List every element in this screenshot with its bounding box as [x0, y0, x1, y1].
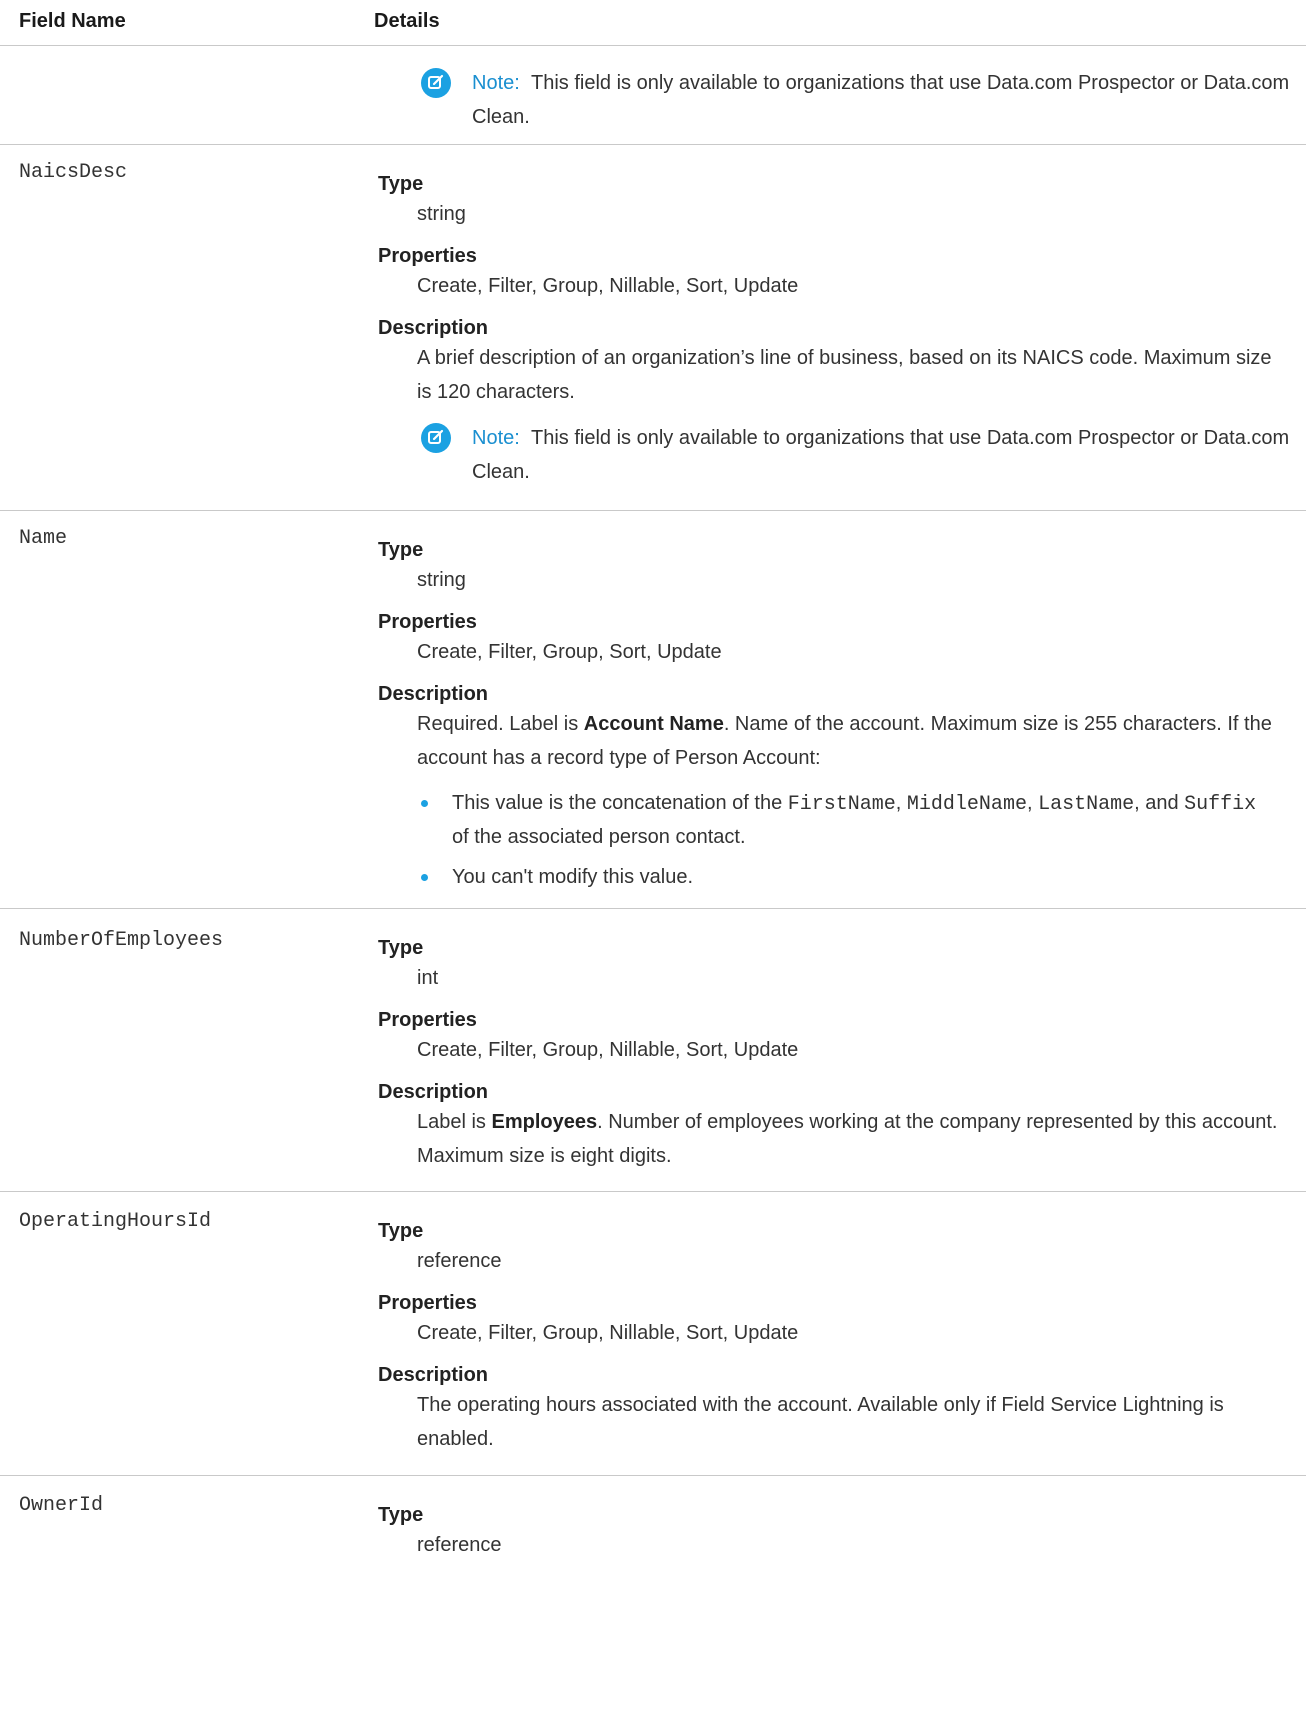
- table-header: Field Name Details: [0, 0, 1306, 46]
- code-term: FirstName: [787, 793, 896, 816]
- table-row: Note: This field is only available to or…: [0, 46, 1306, 145]
- field-name: OperatingHoursId: [19, 1210, 212, 1233]
- table-row: Name Type string Properties Create, Filt…: [0, 511, 1306, 909]
- code-term: MiddleName: [906, 793, 1027, 816]
- properties-value: Create, Filter, Group, Sort, Update: [417, 641, 722, 663]
- properties-label: Properties: [378, 1292, 477, 1314]
- type-label: Type: [378, 173, 424, 195]
- properties-value: Create, Filter, Group, Nillable, Sort, U…: [417, 1039, 799, 1061]
- note-pencil-icon: [421, 423, 451, 453]
- table-row: OwnerId Type reference: [0, 1476, 1306, 1713]
- code-term: Suffix: [1184, 793, 1257, 816]
- field-name: OwnerId: [19, 1494, 104, 1517]
- note-callout: Note: This field is only available to or…: [421, 421, 1292, 489]
- note-text: This field is only available to organiza…: [472, 427, 1290, 483]
- type-value: reference: [417, 1250, 502, 1272]
- type-label: Type: [378, 1504, 424, 1526]
- properties-label: Properties: [378, 611, 477, 633]
- description-label: Description: [378, 1364, 489, 1386]
- field-name: Name: [19, 527, 68, 550]
- type-value: string: [417, 203, 466, 225]
- properties-label: Properties: [378, 245, 477, 267]
- table-row: OperatingHoursId Type reference Properti…: [0, 1192, 1306, 1476]
- note-callout: Note: This field is only available to or…: [421, 66, 1292, 134]
- properties-value: Create, Filter, Group, Nillable, Sort, U…: [417, 1322, 799, 1344]
- description-value: The operating hours associated with the …: [417, 1394, 1224, 1450]
- bold-term: Account Name: [583, 713, 724, 735]
- type-value: string: [417, 569, 466, 591]
- description-value: Required. Label is Account Name. Name of…: [417, 713, 1272, 769]
- description-label: Description: [378, 1081, 489, 1103]
- bullet-list: This value is the concatenation of the F…: [417, 787, 1278, 893]
- field-name: NumberOfEmployees: [19, 929, 224, 952]
- note-label: Note:: [472, 427, 520, 449]
- field-name: NaicsDesc: [19, 161, 128, 184]
- note-pencil-icon: [421, 68, 451, 98]
- description-label: Description: [378, 683, 489, 705]
- table-row: NumberOfEmployees Type int Properties Cr…: [0, 909, 1306, 1192]
- list-item: This value is the concatenation of the F…: [417, 787, 1278, 853]
- bold-term: Employees: [491, 1111, 598, 1133]
- properties-value: Create, Filter, Group, Nillable, Sort, U…: [417, 275, 799, 297]
- note-text: This field is only available to organiza…: [472, 72, 1290, 128]
- type-label: Type: [378, 539, 424, 561]
- type-label: Type: [378, 1220, 424, 1242]
- properties-label: Properties: [378, 1009, 477, 1031]
- type-label: Type: [378, 937, 424, 959]
- list-item: You can't modify this value.: [417, 861, 1278, 893]
- column-header-details: Details: [374, 10, 440, 32]
- code-term: LastName: [1038, 793, 1135, 816]
- type-value: int: [417, 967, 439, 989]
- description-value: A brief description of an organization’s…: [417, 347, 1272, 403]
- column-header-field-name: Field Name: [19, 10, 126, 32]
- type-value: reference: [417, 1534, 502, 1556]
- field-reference-table: Field Name Details Note: This field is o…: [0, 0, 1306, 1713]
- description-label: Description: [378, 317, 489, 339]
- description-value: Label is Employees. Number of employees …: [417, 1111, 1278, 1167]
- table-row: NaicsDesc Type string Properties Create,…: [0, 145, 1306, 511]
- note-label: Note:: [472, 72, 520, 94]
